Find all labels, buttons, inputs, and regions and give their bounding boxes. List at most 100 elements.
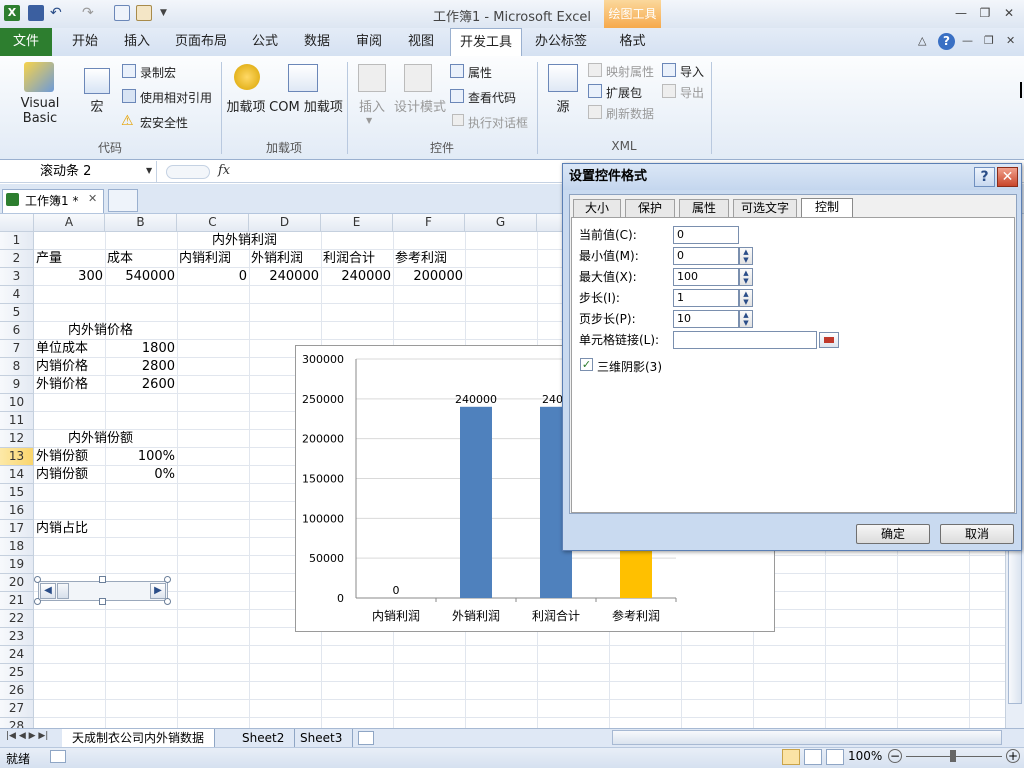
function-icon[interactable]: fx: [218, 163, 230, 178]
row-header[interactable]: 4: [0, 286, 34, 304]
row-header[interactable]: 15: [0, 484, 34, 502]
formula-resize-handle[interactable]: [166, 165, 210, 179]
wb-minimize-button[interactable]: —: [962, 34, 973, 47]
row-header[interactable]: 25: [0, 664, 34, 682]
column-header[interactable]: G: [465, 214, 537, 232]
tab-control[interactable]: 控制: [801, 198, 853, 218]
collapse-ribbon-icon[interactable]: △: [918, 34, 926, 47]
tab-file[interactable]: 文件: [0, 28, 52, 56]
selection-handle[interactable]: [99, 598, 106, 605]
cell-f3[interactable]: 200000: [393, 268, 465, 286]
import-button[interactable]: 导入: [680, 63, 704, 80]
step-input[interactable]: 1: [673, 289, 739, 307]
selection-handle[interactable]: [164, 576, 171, 583]
redo-icon[interactable]: ↷: [82, 5, 98, 21]
addins-gear-icon[interactable]: [234, 64, 260, 90]
cell-a12[interactable]: 内外销份额: [68, 430, 133, 448]
row-header[interactable]: 5: [0, 304, 34, 322]
cell-b14[interactable]: 0%: [105, 466, 177, 484]
cell-a8[interactable]: 内销价格: [36, 358, 88, 376]
step-spinner[interactable]: ▲ ▼: [739, 289, 753, 307]
cell-b2[interactable]: 成本: [107, 250, 133, 268]
sheet-tab-active[interactable]: 天成制衣公司内外销数据: [62, 729, 216, 747]
current-value-input[interactable]: 0: [673, 226, 739, 244]
dialog-close-button[interactable]: ✕: [997, 167, 1018, 187]
cell-d2[interactable]: 外销利润: [251, 250, 303, 268]
row-header[interactable]: 12: [0, 430, 34, 448]
cell-c2[interactable]: 内销利润: [179, 250, 231, 268]
tab-formulas[interactable]: 公式: [242, 28, 288, 56]
design-mode-icon[interactable]: [404, 64, 432, 92]
zoom-slider-thumb[interactable]: [950, 750, 956, 762]
cell-c1[interactable]: 内外销利润: [212, 232, 277, 250]
visual-basic-button[interactable]: Visual Basic: [4, 96, 76, 126]
row-header[interactable]: 2: [0, 250, 34, 268]
macro-icon[interactable]: [84, 68, 110, 94]
page-break-view-icon[interactable]: [826, 749, 844, 765]
namebox-dropdown-icon[interactable]: ▼: [146, 166, 152, 175]
relative-reference-button[interactable]: 使用相对引用: [140, 89, 212, 106]
dialog-help-button[interactable]: ?: [974, 167, 995, 187]
row-header[interactable]: 24: [0, 646, 34, 664]
tab-insert[interactable]: 插入: [114, 28, 160, 56]
selection-handle[interactable]: [34, 598, 41, 605]
row-header[interactable]: 27: [0, 700, 34, 718]
selection-handle[interactable]: [99, 576, 106, 583]
zoom-level[interactable]: 100%: [848, 749, 882, 763]
row-header[interactable]: 20: [0, 574, 34, 592]
min-spinner[interactable]: ▲ ▼: [739, 247, 753, 265]
cell-a2[interactable]: 产量: [36, 250, 62, 268]
row-header[interactable]: 13: [0, 448, 34, 466]
max-value-input[interactable]: 100: [673, 268, 739, 286]
sheet-tab[interactable]: Sheet3: [290, 729, 354, 747]
restore-button[interactable]: ❐: [978, 6, 992, 20]
com-addins-button[interactable]: COM 加载项: [268, 96, 344, 115]
cell-a9[interactable]: 外销价格: [36, 376, 88, 394]
wb-restore-button[interactable]: ❐: [984, 34, 994, 47]
save-icon[interactable]: [28, 5, 44, 21]
scroll-thumb[interactable]: [57, 583, 69, 599]
insert-sheet-icon[interactable]: [358, 731, 374, 745]
cell-c3[interactable]: 0: [177, 268, 249, 286]
customize-qat-icon[interactable]: ▼: [160, 5, 176, 21]
max-spinner[interactable]: ▲ ▼: [739, 268, 753, 286]
ok-button[interactable]: 确定: [856, 524, 930, 544]
cell-e2[interactable]: 利润合计: [323, 250, 375, 268]
visual-basic-icon[interactable]: [24, 62, 54, 92]
page-step-input[interactable]: 10: [673, 310, 739, 328]
row-header[interactable]: 26: [0, 682, 34, 700]
row-header[interactable]: 23: [0, 628, 34, 646]
minimize-button[interactable]: —: [954, 6, 968, 20]
com-addins-icon[interactable]: [288, 64, 318, 92]
insert-control-icon[interactable]: [358, 64, 386, 92]
help-icon[interactable]: ?: [938, 33, 955, 50]
cancel-button[interactable]: 取消: [940, 524, 1014, 544]
cell-d3[interactable]: 240000: [249, 268, 321, 286]
tab-properties[interactable]: 属性: [679, 199, 729, 217]
scroll-right-icon[interactable]: ▶: [150, 583, 166, 599]
cell-b8[interactable]: 2800: [105, 358, 177, 376]
expansion-pack-button[interactable]: 扩展包: [606, 84, 642, 101]
tab-format[interactable]: 格式: [604, 28, 661, 56]
row-header[interactable]: 11: [0, 412, 34, 430]
column-header[interactable]: E: [321, 214, 393, 232]
tab-office-tab[interactable]: 办公标签: [528, 28, 594, 56]
tab-data[interactable]: 数据: [294, 28, 340, 56]
undo-icon[interactable]: ↶: [50, 5, 66, 21]
row-header[interactable]: 19: [0, 556, 34, 574]
view-code-button[interactable]: 查看代码: [468, 89, 516, 106]
close-button[interactable]: ✕: [1002, 6, 1016, 20]
zoom-in-icon[interactable]: +: [1006, 749, 1020, 763]
tab-alt-text[interactable]: 可选文字: [733, 199, 797, 217]
scroll-left-icon[interactable]: ◀: [40, 583, 56, 599]
tab-size[interactable]: 大小: [573, 199, 621, 217]
cell-a13[interactable]: 外销份额: [36, 448, 88, 466]
cell-b9[interactable]: 2600: [105, 376, 177, 394]
min-value-input[interactable]: 0: [673, 247, 739, 265]
insert-control-button[interactable]: 插入: [352, 96, 392, 115]
formula-input[interactable]: [240, 163, 560, 181]
tab-home[interactable]: 开始: [62, 28, 108, 56]
zoom-out-icon[interactable]: −: [888, 749, 902, 763]
paste-icon[interactable]: [136, 5, 152, 21]
cell-a6[interactable]: 内外销价格: [68, 322, 133, 340]
